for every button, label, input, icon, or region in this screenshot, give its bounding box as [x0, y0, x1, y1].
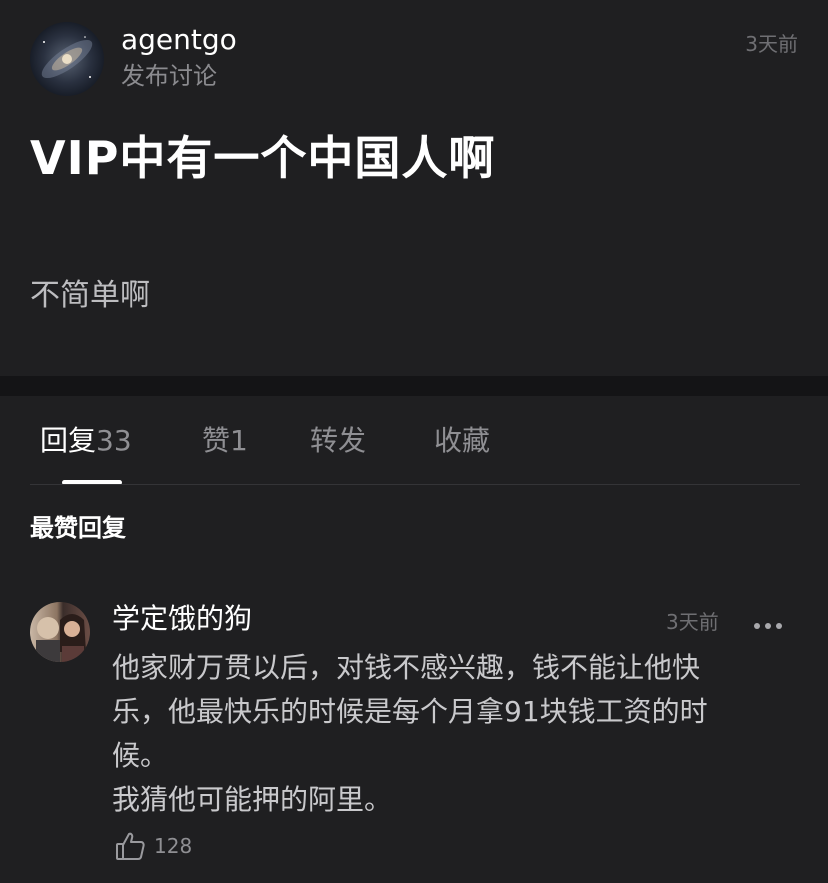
tab-replies[interactable]: 回复33 — [40, 422, 132, 460]
post-card: agentgo 发布讨论 3天前 VIP中有一个中国人啊 不简单啊 — [0, 0, 828, 376]
section-divider — [0, 376, 828, 396]
author-avatar[interactable] — [30, 22, 104, 96]
post-body: 不简单啊 — [30, 278, 150, 313]
tab-favorites-label: 收藏 — [434, 424, 491, 457]
post-title: VIP中有一个中国人啊 — [30, 131, 496, 185]
tab-likes-label: 赞 — [202, 424, 231, 457]
tab-replies-label: 回复 — [40, 424, 97, 457]
tab-replies-count: 33 — [96, 424, 132, 457]
post-type-label: 发布讨论 — [121, 62, 217, 90]
more-icon[interactable] — [752, 616, 784, 629]
author-name[interactable]: agentgo — [121, 22, 237, 58]
comment-author-name[interactable]: 学定饿的狗 — [112, 600, 252, 638]
tab-likes[interactable]: 赞1 — [202, 422, 248, 460]
comments-panel: 回复33 赞1 转发 收藏 最赞回复 学定饿的狗 3天前 他家财万贯以后，对钱不… — [0, 396, 828, 883]
thumbs-up-icon[interactable] — [114, 830, 146, 862]
section-title: 最赞回复 — [30, 514, 126, 542]
comment-author-avatar[interactable] — [30, 602, 90, 662]
like-count: 128 — [154, 834, 193, 858]
tabs-divider — [30, 484, 800, 485]
comment-text: 他家财万贯以后，对钱不感兴趣，钱不能让他快 乐，他最快乐的时候是每个月拿91块钱… — [112, 651, 708, 816]
tab-favorites[interactable]: 收藏 — [434, 422, 490, 460]
tab-likes-count: 1 — [230, 424, 248, 457]
comment-timestamp: 3天前 — [666, 610, 719, 634]
tab-reposts[interactable]: 转发 — [310, 422, 366, 460]
post-timestamp: 3天前 — [745, 32, 798, 56]
tab-reposts-label: 转发 — [310, 424, 367, 457]
